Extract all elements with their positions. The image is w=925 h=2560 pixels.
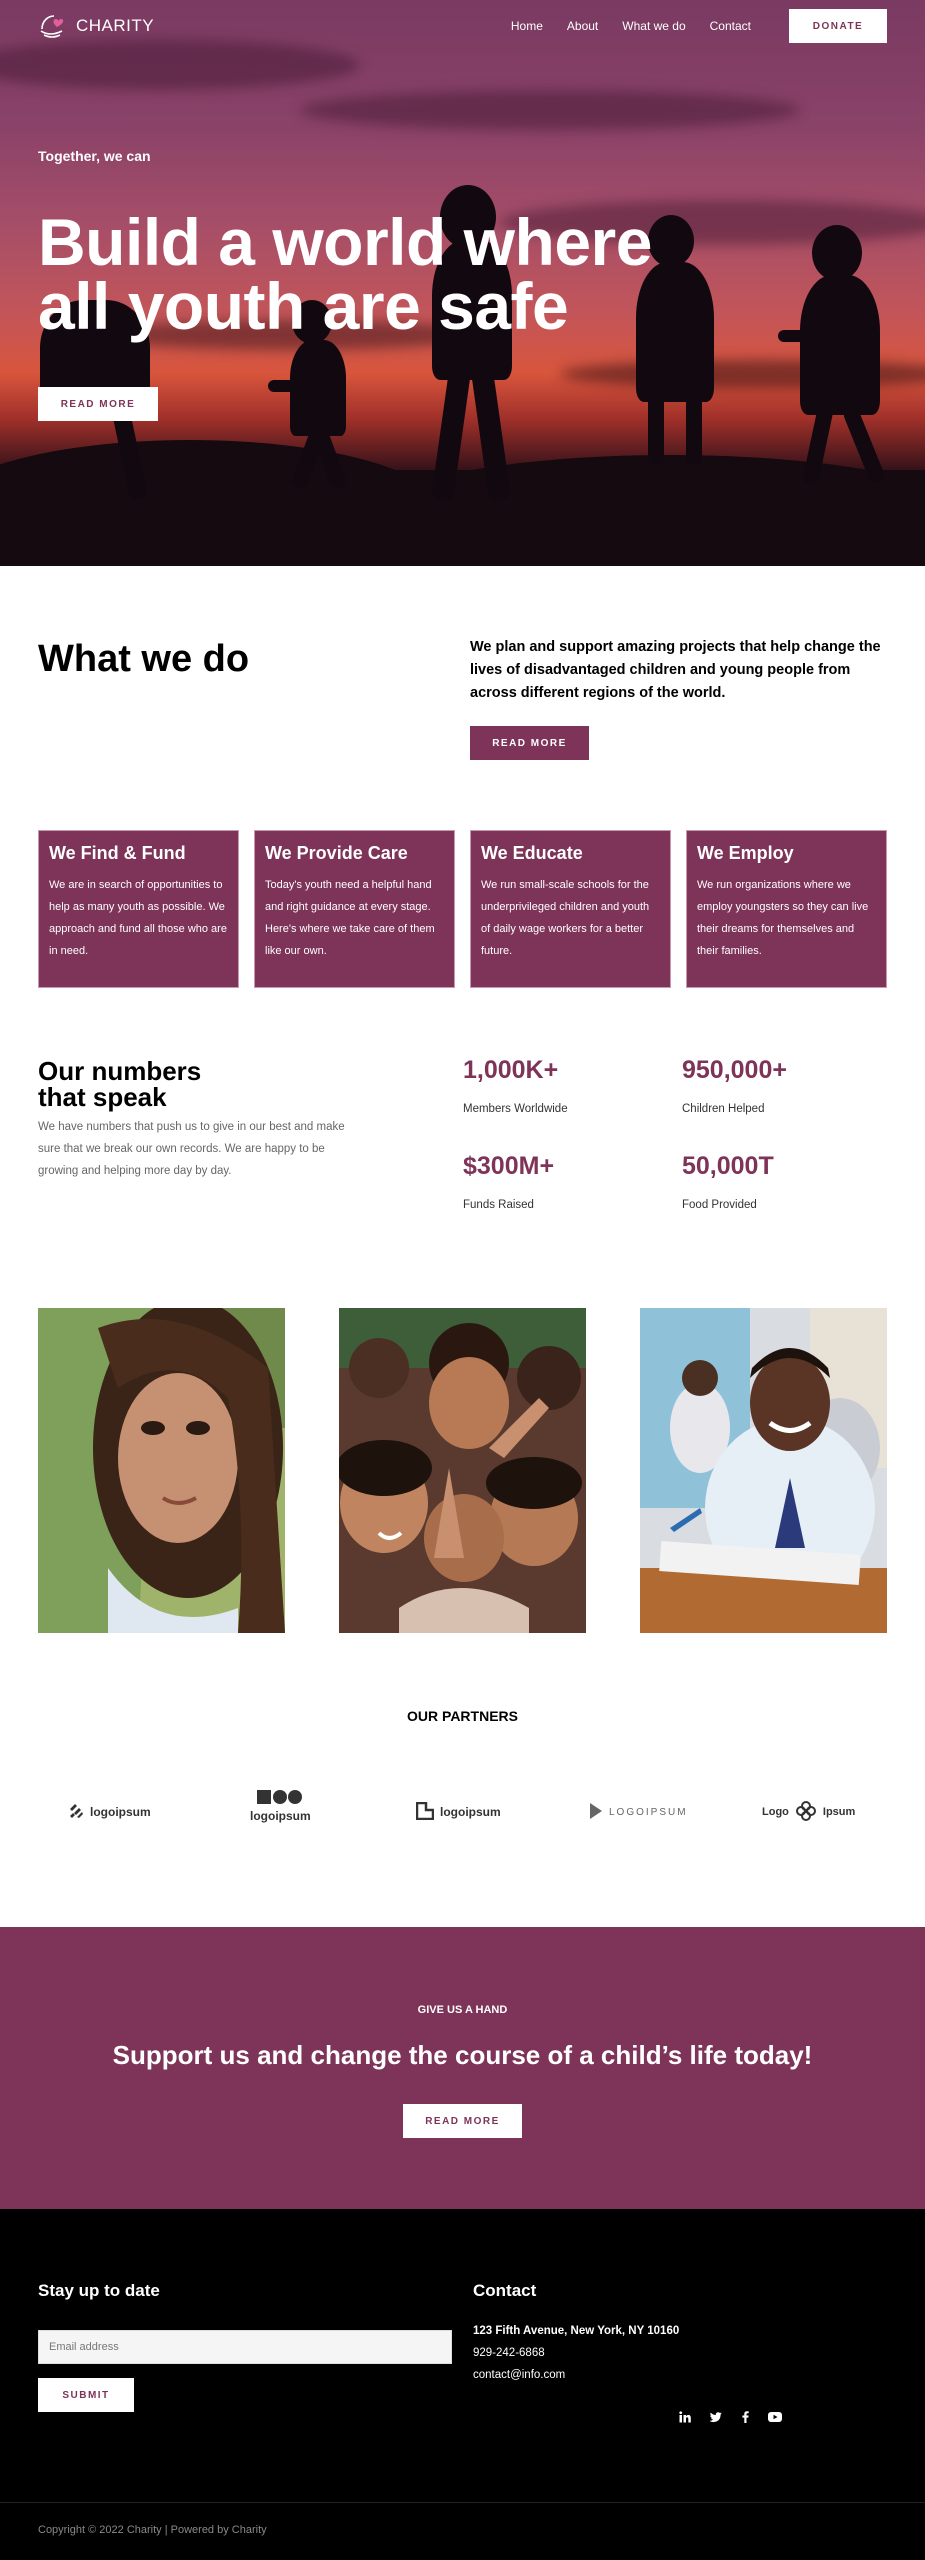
child-silhouette bbox=[268, 380, 328, 392]
child-silhouette bbox=[686, 395, 702, 465]
nav-link-contact[interactable]: Contact bbox=[710, 19, 751, 33]
stat-members: 1,000K+ Members Worldwide bbox=[463, 1056, 568, 1115]
partner-name: LOGOIPSUM bbox=[609, 1806, 688, 1818]
stat-funds: $300M+ Funds Raised bbox=[463, 1152, 554, 1211]
hero-kicker: Together, we can bbox=[38, 148, 151, 164]
email-field[interactable] bbox=[38, 2330, 452, 2364]
sky-cloud bbox=[0, 40, 360, 90]
cta-title: Support us and change the course of a ch… bbox=[112, 2040, 813, 2070]
partner-mark-icon bbox=[68, 1803, 84, 1822]
footer bbox=[0, 2209, 925, 2560]
contact-address: 123 Fifth Avenue, New York, NY 10160 bbox=[473, 2325, 680, 2337]
child-silhouette bbox=[812, 225, 862, 281]
partner-mark-icon bbox=[257, 1790, 303, 1807]
partner-name: Ipsum bbox=[822, 1806, 856, 1818]
what-we-do-title: What we do bbox=[38, 638, 250, 680]
linkedin-icon[interactable] bbox=[678, 2410, 692, 2424]
logo-text: CHARITY bbox=[76, 16, 155, 35]
twitter-icon[interactable] bbox=[708, 2410, 722, 2424]
numbers-title-line2: that speak bbox=[38, 1082, 167, 1112]
numbers-description: We have numbers that push us to give in … bbox=[38, 1121, 345, 1177]
top-nav: CHARITY Home About What we do Contact DO… bbox=[38, 8, 887, 44]
card-title: We Find & Fund bbox=[49, 843, 186, 863]
stat-label: Members Worldwide bbox=[463, 1103, 568, 1115]
card-title: We Employ bbox=[697, 843, 794, 863]
newsletter-title: Stay up to date bbox=[38, 2281, 160, 2300]
social-links bbox=[678, 2410, 782, 2424]
child-silhouette bbox=[778, 330, 828, 342]
cta-read-more-button[interactable]: READ MORE bbox=[403, 2104, 522, 2138]
partner-logo-1[interactable]: logoipsum bbox=[68, 1795, 151, 1829]
nav-link-what-we-do[interactable]: What we do bbox=[622, 19, 685, 33]
partner-logo-3[interactable]: logoipsum bbox=[415, 1795, 501, 1829]
stat-value: 950,000+ bbox=[682, 1056, 787, 1084]
hero-read-more-button[interactable]: READ MORE bbox=[38, 387, 158, 421]
nav-links: Home About What we do Contact bbox=[511, 19, 751, 33]
service-card-provide-care: We Provide Care Today's youth need a hel… bbox=[254, 830, 455, 988]
service-cards: We Find & Fund We are in search of oppor… bbox=[38, 830, 887, 988]
contact-email[interactable]: contact@info.com bbox=[473, 2369, 565, 2381]
child-silhouette bbox=[648, 395, 664, 465]
partner-name: logoipsum bbox=[250, 1809, 311, 1823]
service-card-find-fund: We Find & Fund We are in search of oppor… bbox=[38, 830, 239, 988]
partners-title: OUR PARTNERS bbox=[407, 1708, 518, 1724]
card-text: We run small-scale schools for the under… bbox=[481, 879, 650, 957]
stat-label: Children Helped bbox=[682, 1103, 765, 1115]
child-silhouette bbox=[800, 275, 880, 415]
hero-section: CHARITY Home About What we do Contact DO… bbox=[0, 0, 925, 566]
partner-mark-icon bbox=[415, 1801, 435, 1823]
partner-logo-2[interactable]: logoipsum bbox=[250, 1790, 311, 1830]
partner-mark-icon bbox=[589, 1802, 603, 1823]
card-text: We are in search of opportunities to hel… bbox=[49, 879, 227, 957]
donate-button[interactable]: DONATE bbox=[789, 9, 887, 43]
what-we-do-read-more-button[interactable]: READ MORE bbox=[470, 726, 589, 760]
hero-title: Build a world where all youth are safe bbox=[38, 205, 652, 343]
contact-title: Contact bbox=[473, 2281, 537, 2300]
photo-kids-group bbox=[339, 1308, 586, 1633]
stat-label: Food Provided bbox=[682, 1199, 757, 1211]
stat-label: Funds Raised bbox=[463, 1199, 534, 1211]
site-logo[interactable]: CHARITY bbox=[38, 11, 154, 41]
partner-name: logoipsum bbox=[90, 1805, 151, 1819]
submit-button[interactable]: SUBMIT bbox=[38, 2378, 134, 2412]
cta-kicker: GIVE US A HAND bbox=[417, 2004, 508, 2016]
card-title: We Provide Care bbox=[265, 843, 408, 863]
copyright: Copyright © 2022 Charity | Powered by Ch… bbox=[38, 2524, 267, 2536]
stat-value: $300M+ bbox=[463, 1152, 555, 1180]
youtube-icon[interactable] bbox=[768, 2410, 782, 2424]
card-title: We Educate bbox=[481, 843, 583, 863]
numbers-title: Our numbers that speak bbox=[38, 1058, 201, 1110]
card-text: We run organizations where we employ you… bbox=[697, 879, 869, 957]
facebook-icon[interactable] bbox=[738, 2410, 752, 2424]
service-card-educate: We Educate We run small-scale schools fo… bbox=[470, 830, 671, 988]
nav-link-home[interactable]: Home bbox=[511, 19, 543, 33]
stat-food: 50,000T Food Provided bbox=[682, 1152, 774, 1211]
stat-value: 50,000T bbox=[682, 1152, 774, 1180]
partner-mark-icon bbox=[795, 1800, 817, 1825]
photo-student bbox=[640, 1308, 887, 1633]
sky-cloud bbox=[300, 90, 800, 130]
heart-hand-icon bbox=[38, 11, 68, 41]
stat-children: 950,000+ Children Helped bbox=[682, 1056, 787, 1115]
stat-value: 1,000K+ bbox=[463, 1056, 559, 1084]
nav-link-about[interactable]: About bbox=[567, 19, 598, 33]
photo-girl bbox=[38, 1308, 285, 1633]
card-text: Today's youth need a helpful hand and ri… bbox=[265, 879, 435, 957]
service-card-employ: We Employ We run organizations where we … bbox=[686, 830, 887, 988]
partner-name: logoipsum bbox=[440, 1805, 501, 1819]
contact-phone: 929-242-6868 bbox=[473, 2347, 545, 2359]
partner-logo-4[interactable]: LOGOIPSUM bbox=[589, 1795, 688, 1829]
what-we-do-text: We plan and support amazing projects tha… bbox=[470, 639, 881, 701]
partner-logo-5[interactable]: Logo Ipsum bbox=[762, 1795, 855, 1829]
footer-divider bbox=[0, 2502, 925, 2503]
partner-name: Logo bbox=[762, 1806, 789, 1818]
